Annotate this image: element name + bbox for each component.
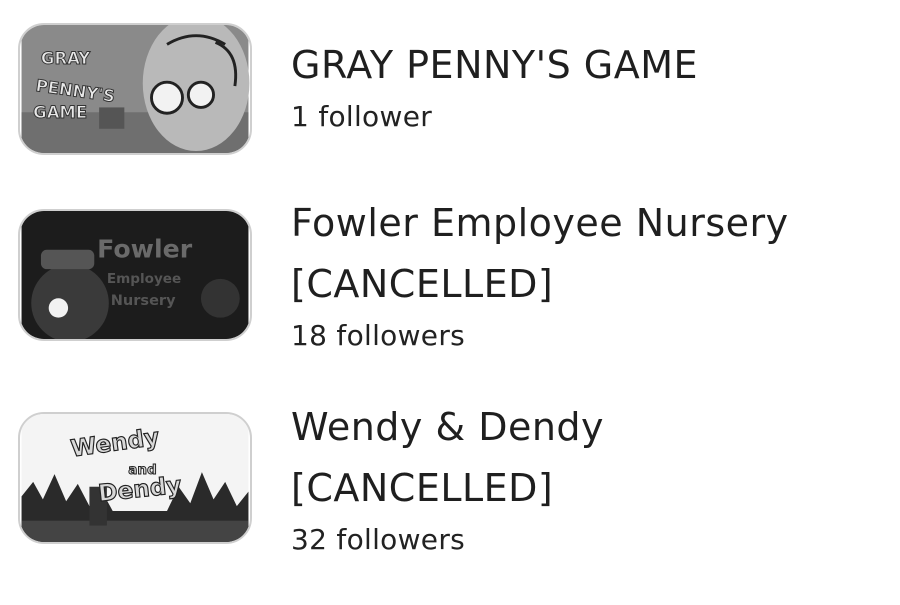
game-title-status[interactable]: [CANCELLED] bbox=[291, 253, 871, 315]
thumb-text-line: GRAY bbox=[41, 49, 91, 68]
game-title[interactable]: Wendy & Dendy bbox=[291, 396, 871, 458]
follower-count: 32 followers bbox=[291, 523, 466, 556]
game-thumbnail[interactable]: Wendy and Dendy bbox=[18, 412, 252, 544]
thumb-text-line: GAME bbox=[33, 103, 87, 122]
game-item-wendy-and-dendy[interactable]: Wendy and Dendy Wendy & Dendy [CANCELLED… bbox=[0, 390, 900, 556]
game-title[interactable]: GRAY PENNY'S GAME bbox=[291, 34, 871, 96]
game-title-status[interactable]: [CANCELLED] bbox=[291, 457, 871, 519]
thumb-text-line: Nursery bbox=[111, 293, 176, 309]
thumbnail-image: GRAY PENNY'S GAME bbox=[21, 25, 250, 153]
thumb-text-line: Employee bbox=[107, 271, 181, 287]
thumbnail-image: Wendy and Dendy bbox=[21, 414, 249, 542]
game-title[interactable]: Fowler Employee Nursery bbox=[291, 192, 871, 254]
game-item-fowler-employee-nursery[interactable]: Fowler Employee Nursery Fowler Employee … bbox=[0, 185, 900, 352]
follower-count: 18 followers bbox=[291, 319, 466, 352]
game-thumbnail[interactable]: GRAY PENNY'S GAME bbox=[18, 23, 252, 155]
game-item-gray-pennys-game[interactable]: GRAY PENNY'S GAME GRAY PENNY'S GAME 1 fo… bbox=[0, 0, 900, 155]
thumb-text-line: Fowler bbox=[97, 235, 193, 264]
game-list: GRAY PENNY'S GAME GRAY PENNY'S GAME 1 fo… bbox=[0, 0, 900, 605]
game-thumbnail[interactable]: Fowler Employee Nursery bbox=[18, 209, 252, 341]
thumbnail-image: Fowler Employee Nursery bbox=[21, 211, 249, 339]
follower-count: 1 follower bbox=[291, 100, 433, 133]
